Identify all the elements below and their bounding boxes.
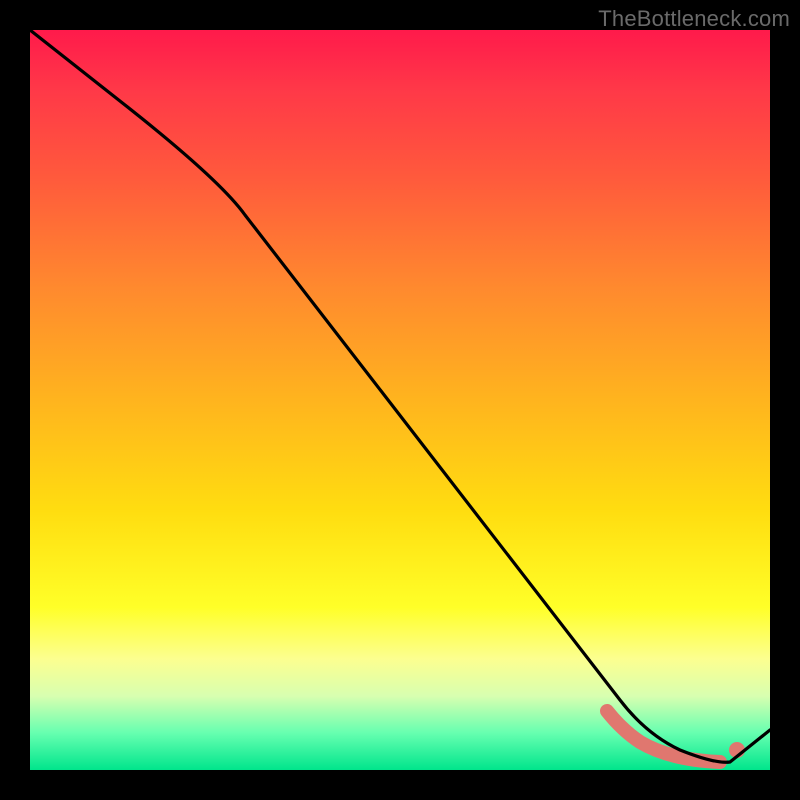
attribution-label: TheBottleneck.com xyxy=(598,6,790,32)
series-curve xyxy=(30,30,770,762)
curve-path xyxy=(30,30,770,762)
chart-stage: TheBottleneck.com xyxy=(0,0,800,800)
optimal-band-path xyxy=(607,711,720,762)
optimal-band xyxy=(607,711,745,762)
chart-overlay xyxy=(30,30,770,770)
